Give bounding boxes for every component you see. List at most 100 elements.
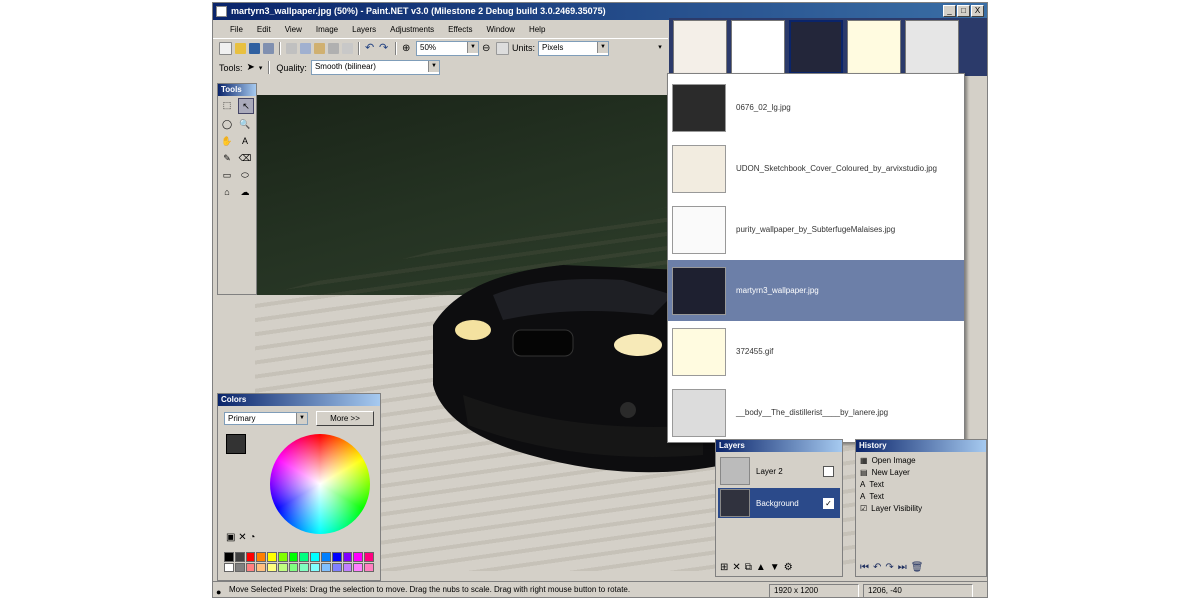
rectangle-icon[interactable]: ▭ <box>220 168 234 182</box>
ellipse-select-icon[interactable]: ◯ <box>220 117 234 131</box>
image-list-item-selected[interactable]: martyrn3_wallpaper.jpg <box>668 260 964 321</box>
zoom-icon[interactable]: 🔍 <box>238 117 252 131</box>
menu-window[interactable]: Window <box>479 25 521 34</box>
chevron-down-icon[interactable]: ▾ <box>259 64 263 72</box>
menu-view[interactable]: View <box>278 25 309 34</box>
palette-swatch[interactable] <box>245 562 256 572</box>
redo-icon[interactable]: ↷ <box>379 42 390 54</box>
menu-adjustments[interactable]: Adjustments <box>383 25 441 34</box>
image-list-item[interactable]: UDON_Sketchbook_Cover_Coloured_by_arvixs… <box>668 138 964 199</box>
rectangle-select-icon[interactable]: ⬚ <box>220 98 234 112</box>
palette-swatch[interactable] <box>277 552 288 562</box>
palette-swatch[interactable] <box>321 562 331 572</box>
cut-icon[interactable] <box>286 42 297 54</box>
palette-swatch[interactable] <box>224 562 234 572</box>
paste-icon[interactable] <box>314 42 325 54</box>
menu-effects[interactable]: Effects <box>441 25 479 34</box>
history-actions[interactable]: ⏮↶↷⏭🗑 <box>860 562 927 573</box>
palette-swatch[interactable] <box>310 562 321 572</box>
thumbnail-purity[interactable] <box>731 20 785 74</box>
color-wheel[interactable] <box>270 434 370 534</box>
chevron-down-icon[interactable]: ▼ <box>597 41 609 53</box>
cloud-icon[interactable]: ☁ <box>238 185 252 199</box>
chevron-down-icon[interactable]: ▼ <box>467 41 478 53</box>
layer-visibility-checkbox[interactable]: ✓ <box>823 497 834 509</box>
crop-icon[interactable] <box>328 42 339 54</box>
palette-swatch[interactable] <box>288 562 299 572</box>
palette-swatch[interactable] <box>353 552 364 562</box>
layer-row[interactable]: Layer 2 <box>718 456 840 486</box>
menu-edit[interactable]: Edit <box>250 25 278 34</box>
image-list-dropdown-button[interactable]: ▾ <box>655 40 665 56</box>
thumbnail-372455[interactable] <box>847 20 901 74</box>
menu-layers[interactable]: Layers <box>345 25 383 34</box>
palette-swatch[interactable] <box>321 552 331 562</box>
layer-row[interactable]: Background ✓ <box>718 488 840 518</box>
color-mode-select[interactable]: Primary ▼ <box>224 412 308 425</box>
new-icon[interactable] <box>219 41 232 55</box>
open-icon[interactable] <box>235 42 246 54</box>
zoom-combo[interactable]: 50% ▼ <box>416 40 479 56</box>
thumbnail-martyrn3[interactable] <box>789 20 843 74</box>
thumbnail-body[interactable] <box>905 20 959 74</box>
history-item[interactable]: ☑ Layer Visibility <box>860 502 922 514</box>
chevron-down-icon[interactable]: ▼ <box>296 413 307 424</box>
image-list-item[interactable]: 372455.gif <box>668 321 964 382</box>
close-button[interactable]: X <box>971 5 984 17</box>
palette-swatch[interactable] <box>331 552 342 562</box>
zoom-out-icon[interactable]: ⊖ <box>482 43 493 54</box>
text-tool-icon[interactable]: A <box>238 134 252 148</box>
pencil-icon[interactable]: ✎ <box>220 151 234 165</box>
menu-help[interactable]: Help <box>522 25 552 34</box>
history-item[interactable]: ▤ New Layer <box>860 466 910 478</box>
ellipse-icon[interactable]: ⬭ <box>238 168 252 182</box>
quality-combo[interactable]: Smooth (bilinear) ▼ <box>310 60 440 75</box>
palette-swatch[interactable] <box>342 562 353 572</box>
save-icon[interactable] <box>249 42 260 54</box>
add-color-icon[interactable]: ▣ ✕ ◔ <box>226 532 255 543</box>
deselect-icon[interactable] <box>342 42 353 54</box>
palette-swatch[interactable] <box>364 562 374 572</box>
layer-visibility-checkbox[interactable] <box>823 465 834 477</box>
image-list-item[interactable]: __body__The_distillerist____by_lanere.jp… <box>668 382 964 443</box>
save-all-icon[interactable] <box>263 42 274 54</box>
freeform-shape-icon[interactable]: ⌂ <box>220 185 234 199</box>
image-list-item[interactable]: 0676_02_lg.jpg <box>668 77 964 138</box>
palette-swatch[interactable] <box>310 552 321 562</box>
menu-image[interactable]: Image <box>309 25 345 34</box>
palette-swatch[interactable] <box>256 552 267 562</box>
palette-swatch[interactable] <box>245 552 256 562</box>
copy-icon[interactable] <box>300 42 311 54</box>
palette-swatch[interactable] <box>224 552 234 562</box>
more-colors-button[interactable]: More >> <box>316 411 374 426</box>
eraser-icon[interactable]: ⌫ <box>238 151 252 165</box>
minimize-button[interactable]: _ <box>943 5 956 17</box>
palette-swatch[interactable] <box>342 552 353 562</box>
menu-file[interactable]: File <box>223 25 250 34</box>
undo-icon[interactable]: ↶ <box>365 42 376 54</box>
palette-swatch[interactable] <box>299 562 310 572</box>
palette-swatch[interactable] <box>277 562 288 572</box>
image-list-item[interactable]: purity_wallpaper_by_SubterfugeMalaises.j… <box>668 199 964 260</box>
palette-swatch[interactable] <box>299 552 310 562</box>
maximize-button[interactable]: □ <box>957 5 970 17</box>
layer-actions[interactable]: ⊞✕⧉▲▼⚙ <box>720 562 797 573</box>
pan-icon[interactable]: ✋ <box>220 134 234 148</box>
history-item[interactable]: ▦ Open Image <box>860 454 916 466</box>
palette-swatch[interactable] <box>256 562 267 572</box>
palette-swatch[interactable] <box>364 552 374 562</box>
grid-icon[interactable] <box>496 41 509 55</box>
primary-color-swatch[interactable] <box>226 434 246 454</box>
palette-swatch[interactable] <box>267 562 277 572</box>
move-selection-icon[interactable]: ↖ <box>238 98 254 114</box>
units-combo[interactable]: Pixels ▼ <box>538 40 610 56</box>
move-tool-icon[interactable]: ➤ <box>247 62 255 73</box>
history-item[interactable]: A Text <box>860 490 884 502</box>
palette-swatch[interactable] <box>234 562 245 572</box>
palette-swatch[interactable] <box>267 552 277 562</box>
palette-swatch[interactable] <box>288 552 299 562</box>
palette-swatch[interactable] <box>331 562 342 572</box>
color-palette[interactable] <box>224 552 374 572</box>
chevron-down-icon[interactable]: ▼ <box>427 61 439 72</box>
history-item[interactable]: A Text <box>860 478 884 490</box>
